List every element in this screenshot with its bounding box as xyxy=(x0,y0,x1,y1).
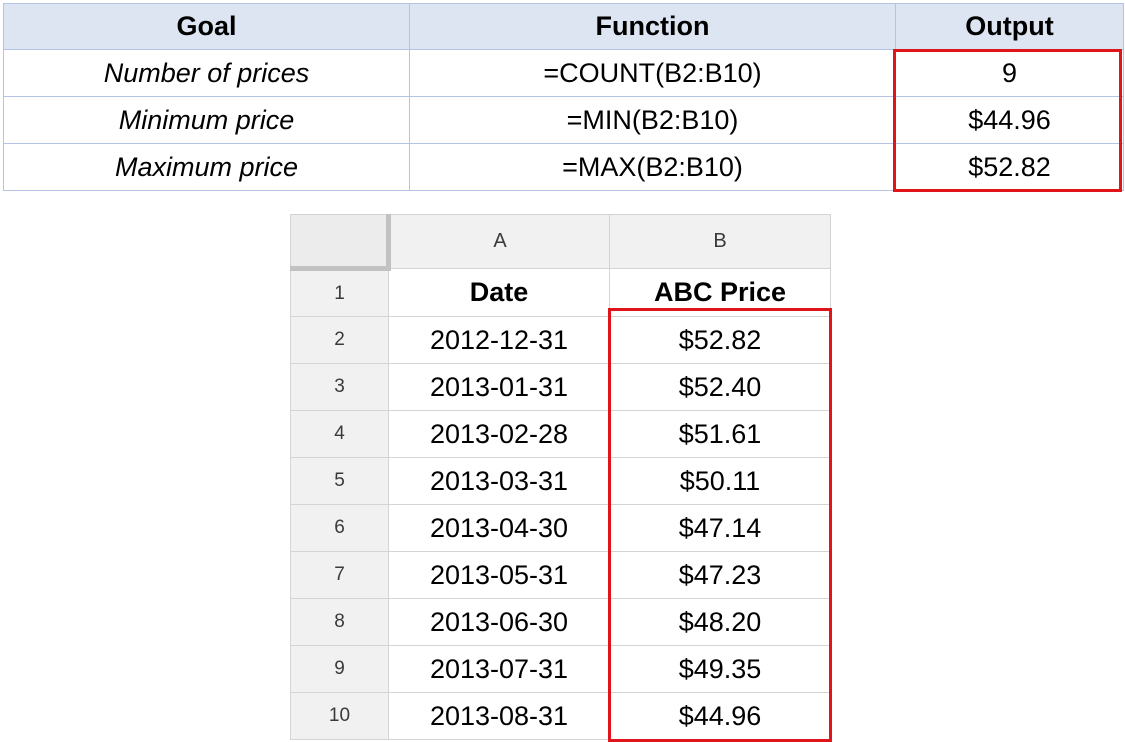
summary-header-row: Goal Function Output xyxy=(3,3,1124,50)
price-cell[interactable]: $49.35 xyxy=(609,645,831,693)
row-header[interactable]: 2 xyxy=(290,316,389,364)
goal-cell: Maximum price xyxy=(3,143,410,191)
output-cell: 9 xyxy=(895,49,1124,97)
sheet-row-3: 3 2013-01-31 $52.40 xyxy=(290,363,831,411)
output-cell: $52.82 xyxy=(895,143,1124,191)
date-cell[interactable]: 2013-08-31 xyxy=(388,692,610,740)
function-cell: =MIN(B2:B10) xyxy=(409,96,896,144)
price-cell[interactable]: $47.14 xyxy=(609,504,831,552)
row-header[interactable]: 8 xyxy=(290,598,389,646)
goal-cell: Minimum price xyxy=(3,96,410,144)
sheet-row-9: 9 2013-07-31 $49.35 xyxy=(290,645,831,693)
sheet-row-5: 5 2013-03-31 $50.11 xyxy=(290,457,831,505)
sheet-row-1: 1 Date ABC Price xyxy=(290,268,831,317)
row-header[interactable]: 10 xyxy=(290,692,389,740)
row-header[interactable]: 4 xyxy=(290,410,389,458)
price-cell[interactable]: $52.40 xyxy=(609,363,831,411)
column-header-b[interactable]: B xyxy=(609,214,831,269)
summary-row-count: Number of prices =COUNT(B2:B10) 9 xyxy=(3,49,1124,97)
price-cell[interactable]: $52.82 xyxy=(609,316,831,364)
function-header: Function xyxy=(409,3,896,50)
cell-a1[interactable]: Date xyxy=(388,268,610,317)
sheet-row-10: 10 2013-08-31 $44.96 xyxy=(290,692,831,740)
row-header[interactable]: 7 xyxy=(290,551,389,599)
row-header[interactable]: 9 xyxy=(290,645,389,693)
sheet-row-2: 2 2012-12-31 $52.82 xyxy=(290,316,831,364)
date-cell[interactable]: 2013-04-30 xyxy=(388,504,610,552)
date-cell[interactable]: 2013-01-31 xyxy=(388,363,610,411)
column-header-a[interactable]: A xyxy=(388,214,610,269)
goal-header: Goal xyxy=(3,3,410,50)
price-cell[interactable]: $50.11 xyxy=(609,457,831,505)
row-header[interactable]: 5 xyxy=(290,457,389,505)
row-header[interactable]: 6 xyxy=(290,504,389,552)
date-cell[interactable]: 2013-02-28 xyxy=(388,410,610,458)
summary-row-min: Minimum price =MIN(B2:B10) $44.96 xyxy=(3,96,1124,144)
date-cell[interactable]: 2013-06-30 xyxy=(388,598,610,646)
function-summary-table: Goal Function Output Number of prices =C… xyxy=(3,3,1124,191)
row-header[interactable]: 3 xyxy=(290,363,389,411)
sheet-row-8: 8 2013-06-30 $48.20 xyxy=(290,598,831,646)
date-cell[interactable]: 2013-07-31 xyxy=(388,645,610,693)
goal-cell: Number of prices xyxy=(3,49,410,97)
sheet-row-6: 6 2013-04-30 $47.14 xyxy=(290,504,831,552)
function-cell: =MAX(B2:B10) xyxy=(409,143,896,191)
price-cell[interactable]: $51.61 xyxy=(609,410,831,458)
price-cell[interactable]: $48.20 xyxy=(609,598,831,646)
function-cell: =COUNT(B2:B10) xyxy=(409,49,896,97)
row-header[interactable]: 1 xyxy=(290,268,389,317)
column-header-row: A B xyxy=(290,214,831,271)
date-cell[interactable]: 2013-05-31 xyxy=(388,551,610,599)
output-header: Output xyxy=(895,3,1124,50)
sheet-row-4: 4 2013-02-28 $51.61 xyxy=(290,410,831,458)
select-all-corner[interactable] xyxy=(290,214,391,271)
sheet-row-7: 7 2013-05-31 $47.23 xyxy=(290,551,831,599)
date-cell[interactable]: 2013-03-31 xyxy=(388,457,610,505)
price-cell[interactable]: $44.96 xyxy=(609,692,831,740)
cell-b1[interactable]: ABC Price xyxy=(609,268,831,317)
price-cell[interactable]: $47.23 xyxy=(609,551,831,599)
summary-row-max: Maximum price =MAX(B2:B10) $52.82 xyxy=(3,143,1124,191)
spreadsheet-grid[interactable]: A B 1 Date ABC Price 2 2012-12-31 $52.82… xyxy=(290,214,831,740)
date-cell[interactable]: 2012-12-31 xyxy=(388,316,610,364)
output-cell: $44.96 xyxy=(895,96,1124,144)
